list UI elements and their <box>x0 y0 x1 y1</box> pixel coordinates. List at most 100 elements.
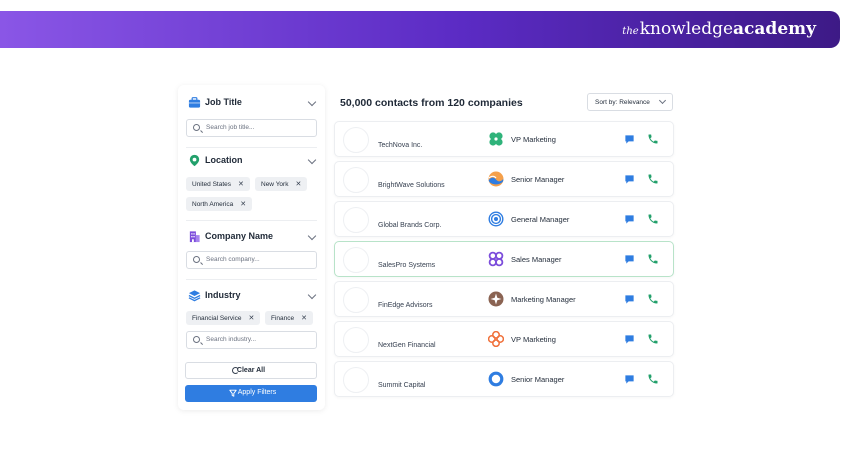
close-icon[interactable]: ✕ <box>295 181 301 188</box>
job-role: VP Marketing <box>511 135 556 144</box>
job-title-label: Job Title <box>205 97 242 107</box>
location-label: Location <box>205 155 243 165</box>
chevron-down-icon[interactable] <box>307 97 317 107</box>
search-icon <box>193 336 200 343</box>
chip-label: New York <box>261 181 289 188</box>
contact-row[interactable]: FinEdge Advisors Marketing Manager <box>334 281 674 317</box>
chip-finance[interactable]: Finance ✕ <box>265 311 313 325</box>
company-name: SalesPro Systems <box>378 262 436 269</box>
job-role: Marketing Manager <box>511 295 576 304</box>
close-icon[interactable]: ✕ <box>240 201 246 208</box>
chevron-down-icon <box>658 96 667 105</box>
brand-prefix: the <box>622 26 639 37</box>
job-role: General Manager <box>511 215 570 224</box>
close-icon[interactable]: ✕ <box>249 315 255 322</box>
layers-icon <box>188 290 201 302</box>
brown-star-icon <box>488 291 504 307</box>
job-role: Senior Manager <box>511 175 565 184</box>
avatar <box>343 207 369 233</box>
chevron-down-icon[interactable] <box>307 290 317 300</box>
company-search-placeholder: Search company... <box>206 256 260 263</box>
company-name-header[interactable]: Company Name <box>186 229 317 245</box>
chevron-down-icon[interactable] <box>307 155 317 165</box>
brand-banner: theknowledgeacademy <box>0 11 840 48</box>
company-name: Global Brands Corp. <box>378 222 442 229</box>
phone-icon[interactable] <box>647 333 659 345</box>
clear-all-button[interactable]: Clear All <box>185 362 317 379</box>
briefcase-icon <box>188 97 201 108</box>
brand-name-bold: academy <box>733 19 816 39</box>
chip-label: Financial Service <box>192 315 242 322</box>
filter-panel: Job Title Search job title... Location U… <box>178 85 325 410</box>
sort-dropdown[interactable]: Sort by: Relevance <box>587 93 673 111</box>
phone-icon[interactable] <box>647 173 659 185</box>
contact-row[interactable]: Global Brands Corp. General Manager <box>334 201 674 237</box>
purple-loops-icon <box>488 251 504 267</box>
contact-row[interactable]: TechNova Inc. VP Marketing <box>334 121 674 157</box>
phone-icon[interactable] <box>647 373 659 385</box>
chip-north-america[interactable]: North America ✕ <box>186 197 253 211</box>
chat-icon[interactable] <box>624 294 635 305</box>
company-name: TechNova Inc. <box>378 142 423 149</box>
orange-wave-icon <box>488 171 504 187</box>
close-icon[interactable]: ✕ <box>301 315 307 322</box>
divider <box>186 147 317 148</box>
sort-label: Sort by: Relevance <box>595 99 650 106</box>
phone-icon[interactable] <box>647 213 659 225</box>
chevron-down-icon[interactable] <box>307 231 317 241</box>
industry-header[interactable]: Industry <box>186 288 317 304</box>
chat-icon[interactable] <box>624 214 635 225</box>
results-title: 50,000 contacts from 120 companies <box>340 97 523 109</box>
orange-flower-icon <box>488 331 504 347</box>
phone-icon[interactable] <box>647 253 659 265</box>
job-role: Sales Manager <box>511 255 562 264</box>
apply-filters-button[interactable]: Apply Filters <box>185 385 317 402</box>
close-icon[interactable]: ✕ <box>238 181 244 188</box>
job-title-search-placeholder: Search job title... <box>206 124 255 131</box>
page: theknowledgeacademy Job Title Search job… <box>0 0 850 450</box>
industry-search-input[interactable]: Search industry... <box>186 331 317 349</box>
company-search-input[interactable]: Search company... <box>186 251 317 269</box>
company-name: FinEdge Advisors <box>378 302 433 309</box>
clear-all-label: Clear All <box>236 367 266 374</box>
company-name: NextGen Financial <box>378 342 436 349</box>
chat-icon[interactable] <box>624 134 635 145</box>
divider <box>186 279 317 280</box>
phone-icon[interactable] <box>647 293 659 305</box>
contact-row[interactable]: NextGen Financial VP Marketing <box>334 321 674 357</box>
chip-label: Finance <box>271 315 295 322</box>
brand-logo: theknowledgeacademy <box>622 19 816 39</box>
divider <box>186 220 317 221</box>
avatar <box>343 167 369 193</box>
green-clover-icon <box>489 132 503 146</box>
chat-icon[interactable] <box>624 174 635 185</box>
contact-row[interactable]: Summit Capital Senior Manager <box>334 361 674 397</box>
job-title-search-input[interactable]: Search job title... <box>186 119 317 137</box>
chip-united-states[interactable]: United States ✕ <box>186 177 250 191</box>
company-name-label: Company Name <box>205 231 274 241</box>
avatar <box>343 327 369 353</box>
search-icon <box>193 256 200 263</box>
company-name: BrightWave Solutions <box>378 182 445 189</box>
contact-row-selected[interactable]: SalesPro Systems Sales Manager <box>334 241 674 277</box>
blue-ring-icon <box>488 371 504 387</box>
contact-row[interactable]: BrightWave Solutions Senior Manager <box>334 161 674 197</box>
chat-icon[interactable] <box>624 334 635 345</box>
avatar <box>343 247 369 273</box>
avatar <box>343 287 369 313</box>
avatar <box>343 367 369 393</box>
phone-icon[interactable] <box>647 133 659 145</box>
job-role: VP Marketing <box>511 335 556 344</box>
chip-financial-service[interactable]: Financial Service ✕ <box>186 311 261 325</box>
blue-ring-icon <box>488 211 504 227</box>
apply-filters-label: Apply Filters <box>237 389 277 396</box>
location-header[interactable]: Location <box>186 153 317 169</box>
chip-label: North America <box>192 201 234 208</box>
chat-icon[interactable] <box>624 254 635 265</box>
search-icon <box>193 124 200 131</box>
chat-icon[interactable] <box>624 374 635 385</box>
job-role: Senior Manager <box>511 375 565 384</box>
chip-new-york[interactable]: New York ✕ <box>255 177 308 191</box>
industry-label: Industry <box>205 290 241 300</box>
job-title-header[interactable]: Job Title <box>186 95 317 111</box>
